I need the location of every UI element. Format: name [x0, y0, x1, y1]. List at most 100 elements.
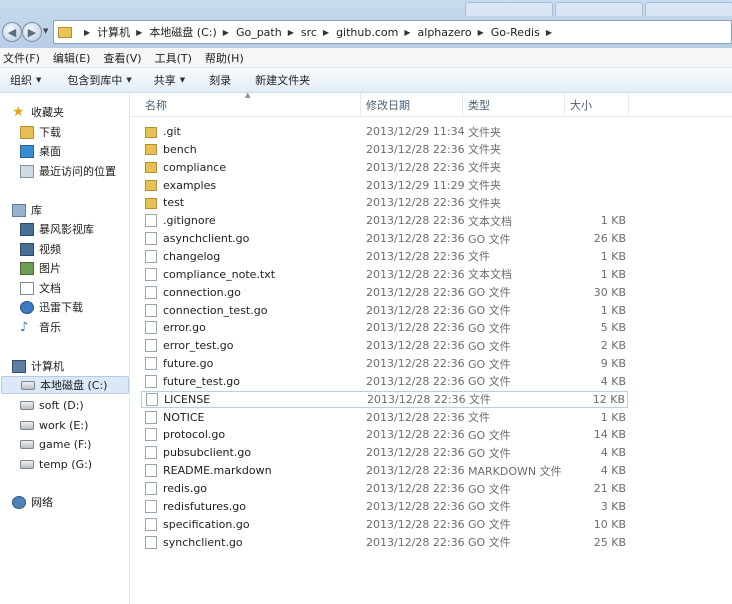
file-row[interactable]: compliance_note.txt 2013/12/28 22:36 文本文档 1… [141, 266, 628, 283]
nav-storm-library[interactable]: 暴风影视库 [20, 220, 94, 238]
column-header-size[interactable]: 大小 [565, 93, 629, 117]
file-row[interactable]: redisfutures.go 2013/12/28 22:36 GO 文件 3 KB [141, 498, 628, 515]
breadcrumb-label: alphazero [417, 25, 472, 39]
include-library-label: 包含到库中 [67, 74, 123, 87]
include-library-button[interactable]: 包含到库中 ▼ [57, 72, 141, 88]
organize-button[interactable]: 组织 ▼ [0, 72, 51, 88]
nav-music[interactable]: ♪ 音乐 [20, 318, 61, 336]
nav-drive-e[interactable]: work (E:) [20, 416, 88, 434]
breadcrumb-github[interactable]: github.com ▶ [336, 26, 417, 39]
folder-row[interactable]: examples 2013/12/29 11:29 文件夹 [141, 177, 628, 194]
column-header-date[interactable]: 修改日期 [361, 93, 463, 117]
file-row[interactable]: asynchclient.go 2013/12/28 22:36 GO 文件 26 K… [141, 230, 628, 247]
file-row[interactable]: error_test.go 2013/12/28 22:36 GO 文件 2 KB [141, 337, 628, 354]
background-tab[interactable] [645, 2, 732, 16]
nav-drive-d[interactable]: soft (D:) [20, 396, 84, 414]
navigation-pane[interactable]: ★ 收藏夹 下载 桌面 最近访问的位置 库 暴风影视库 视频 图片 文档 迅雷下载… [0, 93, 130, 604]
file-row[interactable]: connection_test.go 2013/12/28 22:36 GO 文件 1… [141, 302, 628, 319]
file-date: 2013/12/28 22:36 [367, 392, 466, 406]
folder-row[interactable]: .git 2013/12/29 11:34 文件夹 [141, 123, 628, 140]
nav-downloads[interactable]: 下载 [20, 123, 61, 141]
nav-videos[interactable]: 视频 [20, 240, 61, 258]
nav-label: 库 [31, 204, 42, 217]
file-type: GO 文件 [468, 286, 511, 300]
file-row[interactable]: synchclient.go 2013/12/28 22:36 GO 文件 25 KB [141, 534, 628, 551]
burn-button[interactable]: 刻录 [199, 72, 241, 88]
nav-drive-c[interactable]: 本地磁盘 (C:) [1, 376, 129, 394]
file-row[interactable]: protocol.go 2013/12/28 22:36 GO 文件 14 KB [141, 426, 628, 443]
file-icon [145, 232, 157, 246]
folder-row[interactable]: test 2013/12/28 22:36 文件夹 [141, 194, 628, 211]
nav-thunder-downloads[interactable]: 迅雷下载 [20, 298, 83, 316]
file-date: 2013/12/28 22:36 [366, 285, 465, 299]
forward-button[interactable]: ▶ [22, 22, 42, 42]
chevron-right-icon: ▶ [287, 27, 294, 37]
nav-documents[interactable]: 文档 [20, 279, 61, 297]
nav-recent-places[interactable]: 最近访问的位置 [20, 162, 116, 180]
file-icon [145, 285, 157, 299]
new-folder-label: 新建文件夹 [255, 74, 311, 87]
background-tabs [465, 2, 732, 16]
file-row[interactable]: pubsubclient.go 2013/12/28 22:36 GO 文件 4 KB [141, 444, 628, 461]
nav-desktop[interactable]: 桌面 [20, 142, 61, 160]
new-folder-button[interactable]: 新建文件夹 [245, 72, 320, 88]
breadcrumb-go-redis[interactable]: Go-Redis ▶ [491, 26, 559, 39]
column-header-type[interactable]: 类型 [463, 93, 565, 117]
file-row[interactable]: changelog 2013/12/28 22:36 文件 1 KB [141, 248, 628, 265]
file-date: 2013/12/28 22:36 [366, 410, 465, 424]
file-type: 文件 [468, 411, 490, 425]
file-row[interactable]: .gitignore 2013/12/28 22:36 文本文档 1 KB [141, 212, 628, 229]
file-row[interactable]: specification.go 2013/12/28 22:36 GO 文件 10 … [141, 516, 628, 533]
file-row[interactable]: future.go 2013/12/28 22:36 GO 文件 9 KB [141, 355, 628, 372]
breadcrumb-alphazero[interactable]: alphazero ▶ [418, 26, 491, 39]
nav-libraries[interactable]: 库 [12, 201, 42, 219]
nav-computer[interactable]: 计算机 [12, 357, 64, 375]
file-row[interactable]: README.markdown 2013/12/28 22:36 MARKDOWN … [141, 462, 628, 479]
nav-label: 计算机 [31, 360, 64, 373]
breadcrumb-computer[interactable]: 计算机 ▶ [97, 24, 149, 40]
menu-view[interactable]: 查看(V) [103, 50, 141, 66]
nav-favorites[interactable]: ★ 收藏夹 [12, 103, 64, 121]
folder-row[interactable]: bench 2013/12/28 22:36 文件夹 [141, 141, 628, 158]
nav-label: 收藏夹 [31, 106, 64, 119]
menu-tools[interactable]: 工具(T) [155, 50, 192, 66]
menu-help[interactable]: 帮助(H) [205, 50, 244, 66]
folder-row[interactable]: compliance 2013/12/28 22:36 文件夹 [141, 159, 628, 176]
background-tab[interactable] [465, 2, 553, 16]
share-button[interactable]: 共享 ▼ [144, 72, 195, 88]
address-bar[interactable]: ▶ 计算机 ▶ 本地磁盘 (C:) ▶ Go_path ▶ src ▶ github.c… [53, 20, 732, 44]
breadcrumb-src[interactable]: src ▶ [301, 26, 336, 39]
drive-icon [20, 400, 34, 410]
breadcrumb-go-path[interactable]: Go_path ▶ [236, 26, 301, 39]
breadcrumb-drive-c[interactable]: 本地磁盘 (C:) ▶ [149, 24, 236, 40]
back-button[interactable]: ◀ [2, 22, 22, 42]
file-type: GO 文件 [468, 446, 511, 460]
background-tab[interactable] [555, 2, 643, 16]
drive-icon [21, 380, 35, 390]
file-date: 2013/12/28 22:36 [366, 160, 465, 174]
nav-pictures[interactable]: 图片 [20, 259, 61, 277]
file-row[interactable]: future_test.go 2013/12/28 22:36 GO 文件 4 KB [141, 373, 628, 390]
file-size: 1 KB [600, 303, 626, 317]
nav-drive-f[interactable]: game (F:) [20, 435, 91, 453]
nav-network[interactable]: 网络 [12, 493, 53, 511]
folder-icon [145, 180, 157, 192]
file-row[interactable]: redis.go 2013/12/28 22:36 GO 文件 21 KB [141, 480, 628, 497]
file-date: 2013/12/28 22:36 [366, 482, 465, 495]
file-row[interactable]: error.go 2013/12/28 22:36 GO 文件 5 KB [141, 319, 628, 336]
file-row[interactable]: LICENSE 2013/12/28 22:36 文件 12 KB [141, 390, 628, 408]
menu-edit[interactable]: 编辑(E) [53, 50, 91, 66]
file-type: 文件夹 [468, 125, 501, 139]
nav-drive-g[interactable]: temp (G:) [20, 455, 92, 473]
menu-file[interactable]: 文件(F) [3, 50, 40, 66]
recent-pages-dropdown-icon[interactable]: ▼ [43, 27, 48, 35]
column-header-name[interactable]: 名称 [140, 93, 361, 117]
chevron-right-icon: ▶ [404, 27, 411, 37]
file-row[interactable]: NOTICE 2013/12/28 22:36 文件 1 KB [141, 409, 628, 426]
breadcrumb-root-chevron[interactable]: ▶ [78, 28, 97, 37]
chevron-down-icon: ▼ [179, 76, 186, 84]
file-row[interactable]: connection.go 2013/12/28 22:36 GO 文件 30 KB [141, 284, 628, 301]
breadcrumb-label: github.com [336, 25, 399, 39]
file-list[interactable]: ▲ 名称 修改日期 类型 大小 .git 2013/12/29 11:34 文件夹 b… [131, 91, 732, 604]
file-name: changelog [163, 249, 221, 263]
